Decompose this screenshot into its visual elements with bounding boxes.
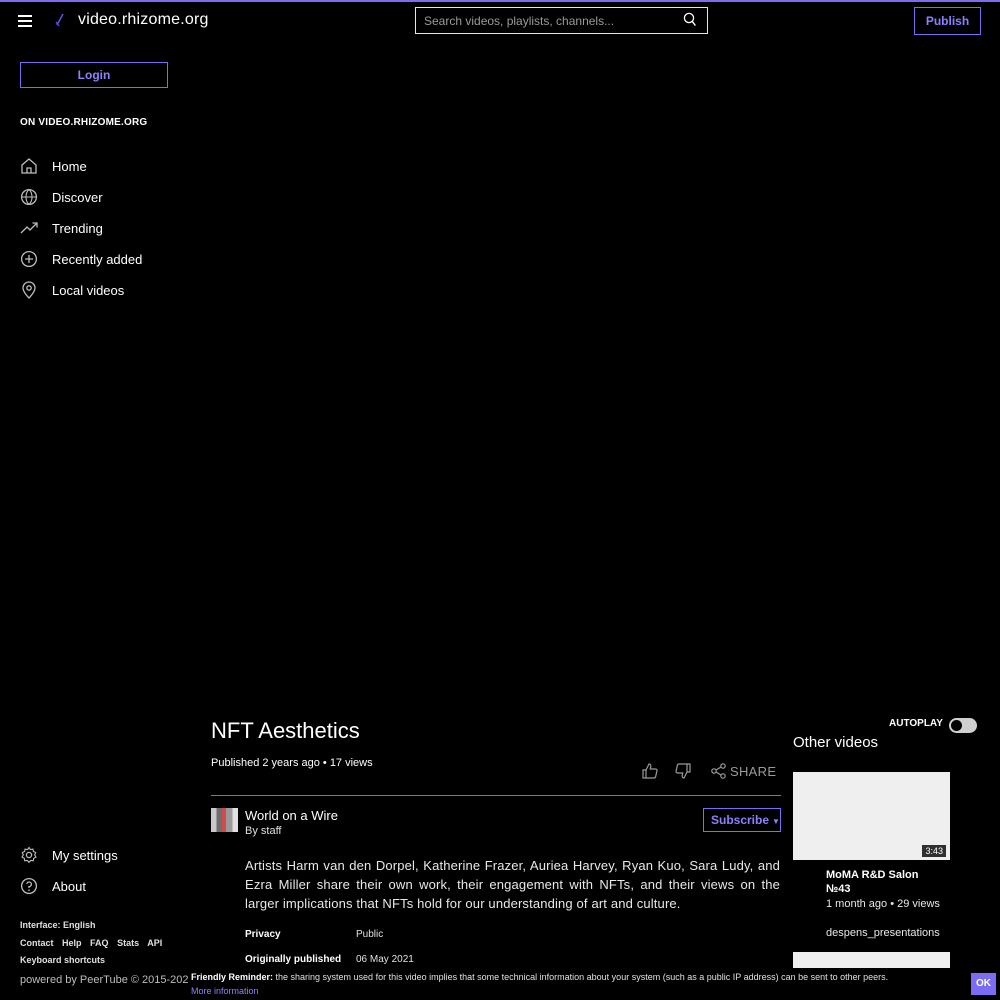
sidebar-item-my-settings[interactable]: My settings	[20, 845, 118, 865]
channel-name[interactable]: World on a Wire	[245, 808, 338, 823]
channel-owner[interactable]: By staff	[245, 825, 281, 837]
rhizome-logo-icon[interactable]	[54, 13, 66, 27]
footer-link-faq[interactable]: FAQ	[90, 938, 109, 948]
sidebar-item-about[interactable]: About	[20, 876, 86, 896]
footer-link-help[interactable]: Help	[62, 938, 82, 948]
video-published-info: Published 2 years ago • 17 views	[211, 757, 373, 769]
search-icon[interactable]	[683, 12, 696, 27]
sidebar-item-home[interactable]: Home	[20, 156, 87, 176]
privacy-value: Public	[356, 929, 384, 940]
subscribe-label: Subscribe	[711, 813, 770, 827]
toggle-knob	[951, 720, 962, 731]
banner-message: the sharing system used for this video i…	[273, 972, 889, 982]
originally-published-label: Originally published	[245, 954, 342, 965]
share-button[interactable]: SHARE	[711, 763, 776, 779]
globe-icon	[20, 188, 38, 206]
video-description: Artists Harm van den Dorpel, Katherine F…	[245, 858, 780, 911]
video-thumbnail-next[interactable]	[793, 952, 950, 968]
autoplay-toggle[interactable]	[949, 718, 977, 733]
video-player[interactable]	[188, 40, 1000, 695]
originally-published-value: 06 May 2021	[356, 954, 414, 965]
sidebar-item-label: My settings	[52, 847, 118, 863]
publish-button[interactable]: Publish	[914, 7, 981, 35]
channel-avatar[interactable]	[211, 808, 238, 832]
keyboard-shortcuts-row: Keyboard shortcuts	[20, 955, 111, 965]
subscribe-button[interactable]: Subscribe ▼	[703, 808, 781, 832]
sidebar-section-title: ON VIDEO.RHIZOME.ORG	[20, 117, 148, 128]
search-box	[415, 7, 708, 34]
plus-circle-icon	[20, 250, 38, 268]
sidebar-item-local-videos[interactable]: Local videos	[20, 280, 124, 300]
menu-icon[interactable]	[18, 15, 32, 27]
footer-link-contact[interactable]: Contact	[20, 938, 54, 948]
header: video.rhizome.org Publish	[0, 2, 1000, 40]
trending-icon	[20, 222, 38, 234]
recommended-video-title[interactable]: MoMA R&D Salon №43	[826, 868, 946, 896]
thumbs-down-icon[interactable]	[675, 763, 691, 779]
sidebar-item-label: About	[52, 878, 86, 894]
video-title: NFT Aesthetics	[211, 718, 360, 743]
gear-icon	[21, 846, 37, 864]
privacy-label: Privacy	[245, 929, 281, 940]
banner-bold: Friendly Reminder:	[191, 972, 274, 982]
sidebar-item-trending[interactable]: Trending	[20, 218, 103, 238]
more-information-link[interactable]: More information	[191, 986, 259, 996]
sidebar-item-label: Discover	[52, 189, 103, 205]
interface-language[interactable]: Interface: English	[20, 920, 96, 930]
share-icon	[711, 763, 726, 779]
sidebar-item-label: Trending	[52, 220, 103, 236]
divider	[211, 795, 781, 796]
site-name[interactable]: video.rhizome.org	[78, 11, 209, 29]
login-button[interactable]: Login	[20, 62, 168, 88]
sidebar-item-label: Local videos	[52, 282, 125, 298]
sidebar-item-label: Recently added	[52, 251, 143, 267]
footer-link-api[interactable]: API	[147, 938, 162, 948]
sidebar-item-discover[interactable]: Discover	[20, 187, 103, 207]
chevron-down-icon: ▼	[772, 817, 780, 826]
footer-link-stats[interactable]: Stats	[117, 938, 139, 948]
ok-button[interactable]: OK	[971, 973, 996, 995]
privacy-banner: Friendly Reminder: the sharing system us…	[188, 968, 1000, 1000]
search-input[interactable]	[416, 8, 678, 33]
help-icon	[20, 877, 38, 895]
autoplay-label: AUTOPLAY	[889, 718, 943, 729]
recommended-video-channel[interactable]: despens_presentations	[826, 927, 940, 939]
thumbs-up-icon[interactable]	[642, 763, 658, 779]
video-thumbnail[interactable]: 3:43	[793, 772, 950, 860]
keyboard-shortcuts-link[interactable]: Keyboard shortcuts	[20, 955, 105, 965]
sidebar-item-label: Home	[52, 158, 87, 174]
home-icon	[21, 158, 37, 174]
sidebar-item-recently-added[interactable]: Recently added	[20, 249, 142, 269]
recommended-video-meta: 1 month ago • 29 views	[826, 898, 940, 910]
footer-links: Contact Help FAQ Stats API	[20, 938, 168, 948]
share-label: SHARE	[730, 763, 777, 779]
banner-text: Friendly Reminder: the sharing system us…	[191, 972, 888, 982]
other-videos-heading: Other videos	[793, 734, 879, 751]
powered-by[interactable]: powered by PeerTube © 2015-202	[20, 974, 189, 986]
interface-language-link[interactable]: Interface: English	[20, 920, 102, 930]
map-pin-icon	[22, 281, 36, 299]
video-duration: 3:43	[922, 845, 946, 857]
